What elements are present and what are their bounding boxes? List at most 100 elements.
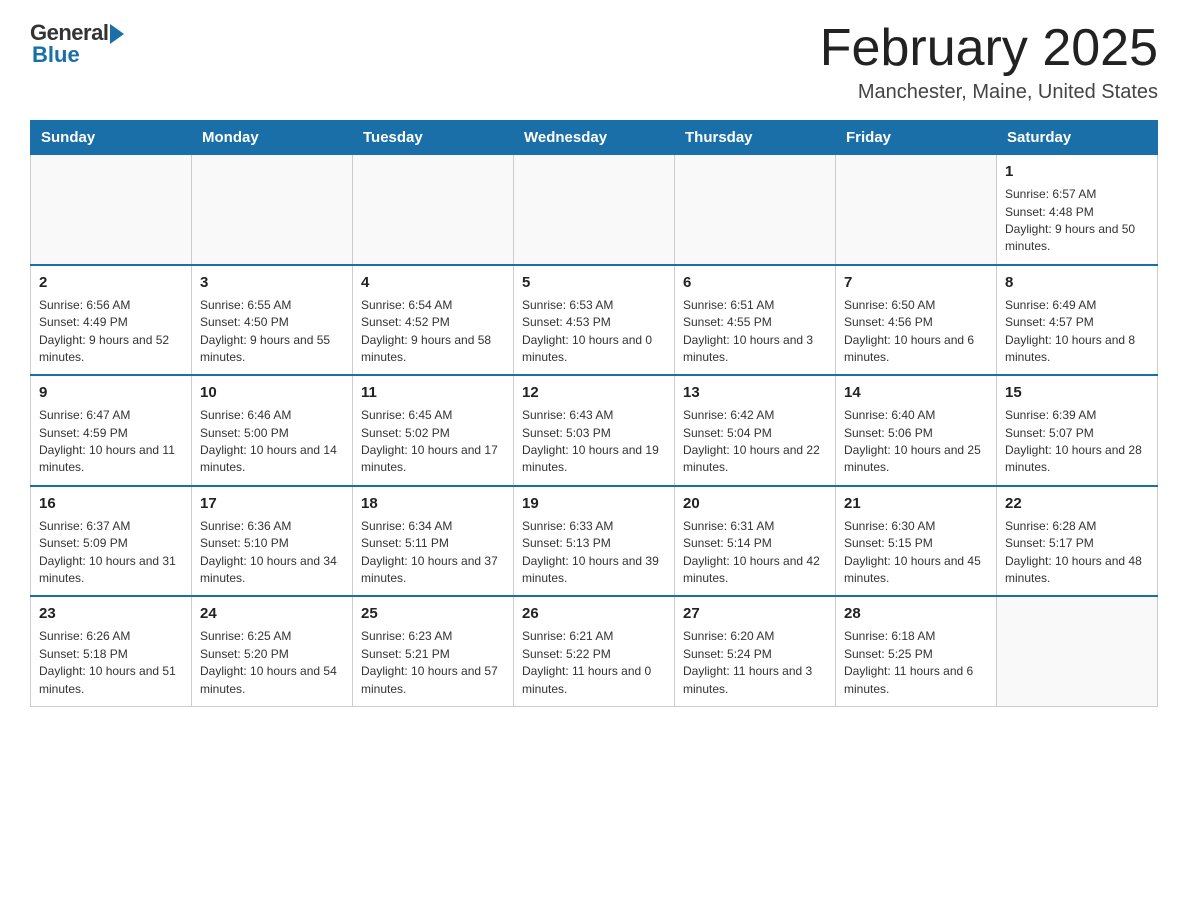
- day-number: 4: [361, 272, 505, 293]
- calendar-week-row: 2 Sunrise: 6:56 AMSunset: 4:49 PMDaylight…: [31, 265, 1158, 376]
- day-info: Sunrise: 6:31 AMSunset: 5:14 PMDaylight:…: [683, 518, 827, 588]
- day-info: Sunrise: 6:57 AMSunset: 4:48 PMDaylight:…: [1005, 186, 1149, 256]
- day-info: Sunrise: 6:51 AMSunset: 4:55 PMDaylight:…: [683, 297, 827, 367]
- calendar-cell: 21 Sunrise: 6:30 AMSunset: 5:15 PMDayligh…: [836, 486, 997, 597]
- calendar-cell: 24Sunrise: 6:25 AMSunset: 5:20 PMDayligh…: [192, 596, 353, 706]
- day-info: Sunrise: 6:23 AMSunset: 5:21 PMDaylight:…: [361, 628, 505, 698]
- calendar-cell: 15Sunrise: 6:39 AMSunset: 5:07 PMDayligh…: [997, 375, 1158, 486]
- day-info: Sunrise: 6:36 AMSunset: 5:10 PMDaylight:…: [200, 518, 344, 588]
- day-info: Sunrise: 6:28 AMSunset: 5:17 PMDaylight:…: [1005, 518, 1149, 588]
- calendar-header-row: SundayMondayTuesdayWednesdayThursdayFrid…: [31, 121, 1158, 155]
- calendar: SundayMondayTuesdayWednesdayThursdayFrid…: [30, 120, 1158, 707]
- calendar-week-row: 16 Sunrise: 6:37 AMSunset: 5:09 PMDayligh…: [31, 486, 1158, 597]
- day-info: Sunrise: 6:37 AMSunset: 5:09 PMDaylight:…: [39, 518, 183, 588]
- calendar-week-row: 9 Sunrise: 6:47 AMSunset: 4:59 PMDaylight…: [31, 375, 1158, 486]
- day-info: Sunrise: 6:26 AMSunset: 5:18 PMDaylight:…: [39, 628, 183, 698]
- day-number: 22: [1005, 493, 1149, 514]
- calendar-cell: 22 Sunrise: 6:28 AMSunset: 5:17 PMDayligh…: [997, 486, 1158, 597]
- month-title: February 2025: [820, 20, 1158, 77]
- calendar-cell: 5 Sunrise: 6:53 AMSunset: 4:53 PMDaylight…: [514, 265, 675, 376]
- day-info: Sunrise: 6:53 AMSunset: 4:53 PMDaylight:…: [522, 297, 666, 367]
- calendar-cell: 14Sunrise: 6:40 AMSunset: 5:06 PMDayligh…: [836, 375, 997, 486]
- day-info: Sunrise: 6:54 AMSunset: 4:52 PMDaylight:…: [361, 297, 505, 367]
- calendar-header-cell: Monday: [192, 121, 353, 155]
- day-number: 26: [522, 603, 666, 624]
- day-number: 7: [844, 272, 988, 293]
- calendar-cell: [997, 596, 1158, 706]
- day-number: 1: [1005, 161, 1149, 182]
- calendar-cell: 20 Sunrise: 6:31 AMSunset: 5:14 PMDayligh…: [675, 486, 836, 597]
- calendar-cell: 27Sunrise: 6:20 AMSunset: 5:24 PMDayligh…: [675, 596, 836, 706]
- calendar-cell: 25 Sunrise: 6:23 AMSunset: 5:21 PMDayligh…: [353, 596, 514, 706]
- day-number: 15: [1005, 382, 1149, 403]
- calendar-header-cell: Tuesday: [353, 121, 514, 155]
- day-info: Sunrise: 6:45 AMSunset: 5:02 PMDaylight:…: [361, 407, 505, 477]
- calendar-cell: 11 Sunrise: 6:45 AMSunset: 5:02 PMDayligh…: [353, 375, 514, 486]
- calendar-cell: 6 Sunrise: 6:51 AMSunset: 4:55 PMDaylight…: [675, 265, 836, 376]
- day-number: 3: [200, 272, 344, 293]
- day-number: 9: [39, 382, 183, 403]
- calendar-week-row: 23 Sunrise: 6:26 AMSunset: 5:18 PMDayligh…: [31, 596, 1158, 706]
- logo: General Blue: [30, 20, 124, 68]
- day-number: 25: [361, 603, 505, 624]
- day-number: 17: [200, 493, 344, 514]
- day-number: 5: [522, 272, 666, 293]
- calendar-cell: 18 Sunrise: 6:34 AMSunset: 5:11 PMDayligh…: [353, 486, 514, 597]
- header: General Blue February 2025 Manchester, M…: [30, 20, 1158, 104]
- calendar-cell: [514, 155, 675, 265]
- day-info: Sunrise: 6:47 AMSunset: 4:59 PMDaylight:…: [39, 407, 183, 477]
- day-number: 23: [39, 603, 183, 624]
- day-info: Sunrise: 6:34 AMSunset: 5:11 PMDaylight:…: [361, 518, 505, 588]
- calendar-cell: 16 Sunrise: 6:37 AMSunset: 5:09 PMDayligh…: [31, 486, 192, 597]
- calendar-cell: 12 Sunrise: 6:43 AMSunset: 5:03 PMDayligh…: [514, 375, 675, 486]
- day-info: Sunrise: 6:55 AMSunset: 4:50 PMDaylight:…: [200, 297, 344, 367]
- calendar-cell: [192, 155, 353, 265]
- day-number: 10: [200, 382, 344, 403]
- day-info: Sunrise: 6:50 AMSunset: 4:56 PMDaylight:…: [844, 297, 988, 367]
- day-info: Sunrise: 6:25 AMSunset: 5:20 PMDaylight:…: [200, 628, 344, 698]
- calendar-body: 1 Sunrise: 6:57 AMSunset: 4:48 PMDaylight…: [31, 155, 1158, 707]
- day-number: 2: [39, 272, 183, 293]
- day-number: 8: [1005, 272, 1149, 293]
- day-number: 6: [683, 272, 827, 293]
- day-number: 18: [361, 493, 505, 514]
- location: Manchester, Maine, United States: [820, 81, 1158, 104]
- calendar-cell: 1 Sunrise: 6:57 AMSunset: 4:48 PMDaylight…: [997, 155, 1158, 265]
- day-info: Sunrise: 6:43 AMSunset: 5:03 PMDaylight:…: [522, 407, 666, 477]
- calendar-cell: [31, 155, 192, 265]
- day-info: Sunrise: 6:49 AMSunset: 4:57 PMDaylight:…: [1005, 297, 1149, 367]
- day-info: Sunrise: 6:46 AMSunset: 5:00 PMDaylight:…: [200, 407, 344, 477]
- day-info: Sunrise: 6:42 AMSunset: 5:04 PMDaylight:…: [683, 407, 827, 477]
- calendar-cell: 4 Sunrise: 6:54 AMSunset: 4:52 PMDaylight…: [353, 265, 514, 376]
- day-number: 20: [683, 493, 827, 514]
- calendar-cell: [353, 155, 514, 265]
- day-number: 21: [844, 493, 988, 514]
- day-number: 28: [844, 603, 988, 624]
- calendar-cell: 10 Sunrise: 6:46 AMSunset: 5:00 PMDayligh…: [192, 375, 353, 486]
- calendar-header-cell: Sunday: [31, 121, 192, 155]
- calendar-cell: 26Sunrise: 6:21 AMSunset: 5:22 PMDayligh…: [514, 596, 675, 706]
- calendar-cell: 7 Sunrise: 6:50 AMSunset: 4:56 PMDaylight…: [836, 265, 997, 376]
- day-number: 13: [683, 382, 827, 403]
- day-info: Sunrise: 6:30 AMSunset: 5:15 PMDaylight:…: [844, 518, 988, 588]
- calendar-cell: 17 Sunrise: 6:36 AMSunset: 5:10 PMDayligh…: [192, 486, 353, 597]
- calendar-cell: 9 Sunrise: 6:47 AMSunset: 4:59 PMDaylight…: [31, 375, 192, 486]
- calendar-cell: 23 Sunrise: 6:26 AMSunset: 5:18 PMDayligh…: [31, 596, 192, 706]
- calendar-cell: 8 Sunrise: 6:49 AMSunset: 4:57 PMDaylight…: [997, 265, 1158, 376]
- day-info: Sunrise: 6:18 AMSunset: 5:25 PMDaylight:…: [844, 628, 988, 698]
- calendar-cell: 28 Sunrise: 6:18 AMSunset: 5:25 PMDayligh…: [836, 596, 997, 706]
- calendar-cell: 13 Sunrise: 6:42 AMSunset: 5:04 PMDayligh…: [675, 375, 836, 486]
- calendar-cell: 19Sunrise: 6:33 AMSunset: 5:13 PMDayligh…: [514, 486, 675, 597]
- calendar-week-row: 1 Sunrise: 6:57 AMSunset: 4:48 PMDaylight…: [31, 155, 1158, 265]
- calendar-header-cell: Thursday: [675, 121, 836, 155]
- calendar-header-cell: Friday: [836, 121, 997, 155]
- day-number: 11: [361, 382, 505, 403]
- calendar-cell: 2 Sunrise: 6:56 AMSunset: 4:49 PMDaylight…: [31, 265, 192, 376]
- calendar-cell: [675, 155, 836, 265]
- calendar-cell: 3 Sunrise: 6:55 AMSunset: 4:50 PMDaylight…: [192, 265, 353, 376]
- day-number: 12: [522, 382, 666, 403]
- day-number: 19: [522, 493, 666, 514]
- day-info: Sunrise: 6:56 AMSunset: 4:49 PMDaylight:…: [39, 297, 183, 367]
- calendar-cell: [836, 155, 997, 265]
- day-number: 16: [39, 493, 183, 514]
